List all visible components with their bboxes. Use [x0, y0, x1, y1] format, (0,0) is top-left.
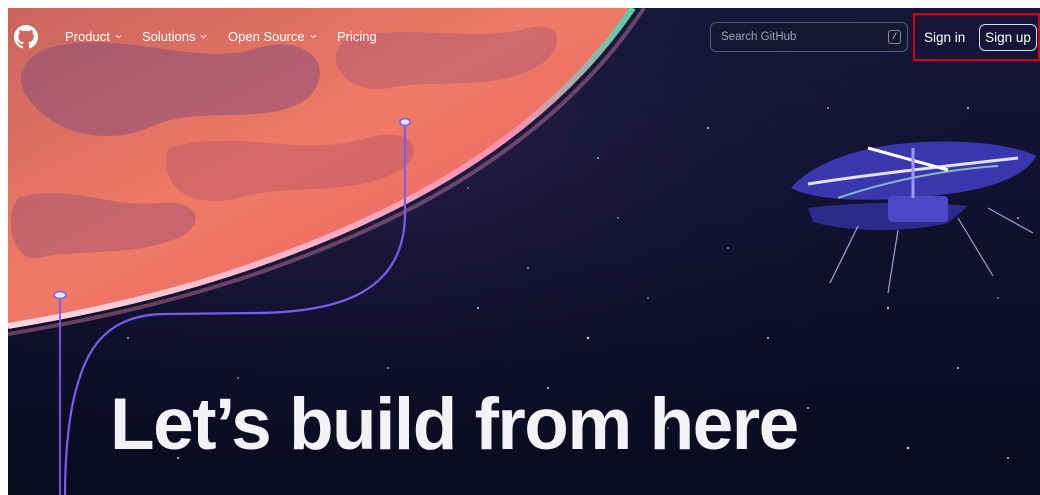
nav-item-pricing[interactable]: Pricing	[337, 29, 377, 44]
nav-item-label: Solutions	[142, 29, 196, 44]
hero-section: Product Solutions Open Source Pricing / …	[8, 8, 1040, 495]
trace-node-top	[399, 117, 411, 127]
sign-up-button[interactable]: Sign up	[979, 24, 1037, 51]
nav-item-label: Product	[65, 29, 110, 44]
nav-item-product[interactable]: Product	[65, 29, 123, 44]
chevron-down-icon	[200, 34, 208, 39]
sign-in-link[interactable]: Sign in	[924, 30, 965, 45]
search-input[interactable]	[721, 23, 881, 51]
nav-item-label: Pricing	[337, 29, 377, 44]
chevron-down-icon	[310, 34, 317, 39]
site-header: Product Solutions Open Source Pricing / …	[8, 8, 1040, 70]
search-box[interactable]: /	[710, 22, 908, 52]
hero-headline: Let’s build from here	[110, 384, 799, 465]
search-shortcut-key: /	[888, 30, 901, 44]
nav-item-open-source[interactable]: Open Source	[228, 29, 318, 44]
github-logo-icon[interactable]	[14, 25, 38, 49]
trace-node-left	[53, 290, 67, 300]
nav-item-solutions[interactable]: Solutions	[142, 29, 208, 44]
chevron-down-icon	[115, 34, 122, 39]
nav-item-label: Open Source	[228, 29, 305, 44]
